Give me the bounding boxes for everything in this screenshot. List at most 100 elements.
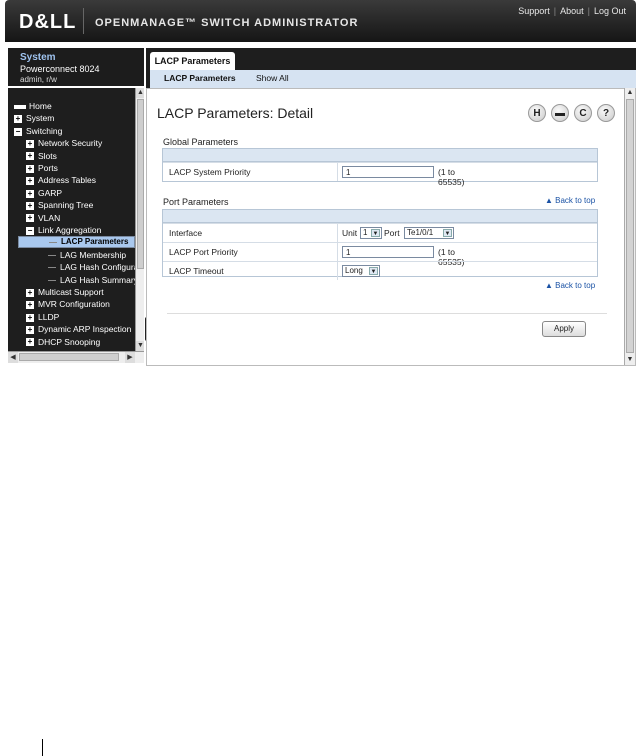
help-icon[interactable]: ?: [597, 104, 615, 122]
dell-logo: D&LL: [19, 11, 77, 33]
tree-item[interactable]: Home: [14, 100, 52, 112]
port-parameters-table: Interface Unit 1 ▼ Port Te1/0/1 ▼ LACP Por…: [162, 209, 598, 280]
tree-line-icon: [48, 267, 56, 269]
chevron-down-icon: ▼: [443, 229, 452, 237]
back-to-top-link[interactable]: ▲ Back to top: [545, 281, 595, 290]
expand-icon[interactable]: +: [26, 313, 34, 322]
collapse-icon[interactable]: −: [14, 127, 22, 136]
system-priority-input[interactable]: 1: [342, 166, 434, 178]
tree-item[interactable]: + Spanning Tree: [26, 199, 93, 211]
expand-icon[interactable]: +: [26, 301, 34, 310]
expand-icon[interactable]: +: [26, 152, 34, 161]
apply-button[interactable]: Apply: [542, 321, 586, 337]
back-to-top-link[interactable]: ▲ Back to top: [545, 196, 595, 205]
tree-item[interactable]: LAG Hash Summary: [48, 274, 138, 286]
scroll-right-icon[interactable]: ▶: [125, 352, 135, 363]
navigation-tree: +DHCP Relay+DHCP Snooping+Dynamic ARP In…: [8, 88, 144, 363]
print-icon[interactable]: ▬: [551, 104, 569, 122]
tree-item[interactable]: − Switching: [14, 125, 62, 137]
subtab-bar: LACP Parameters Show All: [150, 70, 636, 88]
system-priority-hint: (1 to 65535): [438, 167, 465, 187]
expand-icon[interactable]: +: [26, 325, 34, 334]
system-info-box[interactable]: System Powerconnect 8024 admin, r/w: [8, 48, 144, 86]
scroll-thumb[interactable]: [626, 99, 634, 353]
top-links: Support | About | Log Out: [518, 6, 626, 16]
header-bar: D&LL OPENMANAGE™ SWITCH ADMINISTRATOR Su…: [5, 0, 636, 42]
expand-icon[interactable]: +: [26, 288, 34, 297]
tree-item-label: Link Aggregation: [38, 225, 102, 235]
port-priority-label: LACP Port Priority: [169, 247, 238, 257]
content-vertical-scrollbar[interactable]: ▲ ▼: [624, 88, 635, 365]
tree-item[interactable]: + DHCP Snooping: [26, 336, 100, 348]
logout-link[interactable]: Log Out: [594, 6, 626, 16]
tree-item[interactable]: + Slots: [26, 150, 57, 162]
tree-item[interactable]: + Dynamic ARP Inspection: [26, 323, 131, 335]
tree-item[interactable]: + VLAN: [26, 212, 60, 224]
tree-item[interactable]: + System: [14, 112, 54, 124]
scroll-left-icon[interactable]: ◀: [8, 352, 18, 363]
tree-item-label: Slots: [38, 150, 57, 161]
refresh-icon[interactable]: C: [574, 104, 592, 122]
global-parameters-table: LACP System Priority 1 (1 to 65535): [162, 148, 598, 187]
system-priority-row: LACP System Priority 1 (1 to 65535): [163, 162, 597, 187]
expand-icon[interactable]: +: [26, 214, 34, 223]
subtab-lacp-parameters[interactable]: LACP Parameters: [164, 73, 236, 83]
timeout-label: LACP Timeout: [169, 266, 224, 276]
tree-item-label: Switching: [26, 125, 63, 136]
tree-item[interactable]: LAG Membership: [48, 249, 126, 261]
tree-item[interactable]: + Address Tables: [26, 174, 96, 186]
tree-item-label: LACP Parameters: [61, 237, 129, 247]
scroll-up-icon[interactable]: ▲: [136, 88, 144, 98]
divider: [167, 313, 607, 314]
tree-item-label: LAG Membership: [60, 249, 127, 260]
expand-icon[interactable]: +: [26, 338, 34, 347]
unit-label: Unit: [342, 228, 358, 238]
scroll-thumb[interactable]: [137, 99, 144, 269]
port-select[interactable]: Te1/0/1 ▼: [404, 227, 454, 239]
tree-item[interactable]: LACP Parameters: [18, 236, 135, 249]
expand-icon[interactable]: +: [14, 115, 22, 124]
expand-icon[interactable]: +: [26, 189, 34, 198]
unit-select[interactable]: 1 ▼: [360, 227, 382, 239]
tree-item-label: Multicast Support: [38, 287, 104, 297]
about-link[interactable]: About: [560, 6, 584, 16]
collapse-icon[interactable]: −: [26, 226, 34, 235]
interface-row: Interface Unit 1 ▼ Port Te1/0/1 ▼: [163, 223, 597, 242]
tree-item-label: Network Security: [38, 138, 103, 149]
tree-item-label: LLDP: [38, 311, 60, 322]
subtab-show-all[interactable]: Show All: [256, 73, 289, 83]
port-label: Port: [384, 228, 400, 238]
tree-horizontal-scrollbar[interactable]: ◀ ▶: [8, 351, 144, 363]
tree-item[interactable]: + LLDP: [26, 311, 59, 323]
tree-item[interactable]: + GARP: [26, 187, 62, 199]
page-title: LACP Parameters: Detail: [157, 105, 314, 121]
tree-item-label: Home: [29, 101, 52, 111]
tree-item-label: System: [26, 113, 55, 124]
save-icon[interactable]: H: [528, 104, 546, 122]
tree-item[interactable]: + Multicast Support: [26, 286, 104, 298]
tree-item[interactable]: + Network Security: [26, 137, 102, 149]
tree-item[interactable]: LAG Hash Configuration: [48, 261, 144, 273]
tree-line-icon: [48, 279, 56, 281]
port-priority-input[interactable]: 1: [342, 246, 434, 258]
tree-item-label: VLAN: [38, 212, 61, 223]
expand-icon[interactable]: +: [26, 139, 34, 148]
expand-icon[interactable]: +: [26, 177, 34, 186]
scroll-up-icon[interactable]: ▲: [625, 88, 635, 98]
expand-icon[interactable]: +: [26, 201, 34, 210]
home-icon: [14, 104, 26, 109]
tree-vertical-scrollbar[interactable]: ▲ ▼: [135, 88, 144, 351]
expand-icon[interactable]: +: [26, 164, 34, 173]
tab-lacp-parameters[interactable]: LACP Parameters: [150, 52, 235, 70]
scroll-thumb[interactable]: [19, 353, 119, 361]
scroll-down-icon[interactable]: ▼: [136, 341, 144, 351]
tree-item[interactable]: − Link Aggregation: [26, 224, 101, 236]
system-priority-label: LACP System Priority: [169, 167, 251, 177]
support-link[interactable]: Support: [518, 6, 550, 16]
tree-item-label: GARP: [38, 187, 63, 198]
scroll-down-icon[interactable]: ▼: [625, 355, 635, 365]
system-model: Powerconnect 8024: [20, 64, 100, 74]
tree-item[interactable]: + MVR Configuration: [26, 298, 110, 310]
timeout-select[interactable]: Long ▼: [342, 265, 380, 277]
tree-item[interactable]: + Ports: [26, 162, 58, 174]
